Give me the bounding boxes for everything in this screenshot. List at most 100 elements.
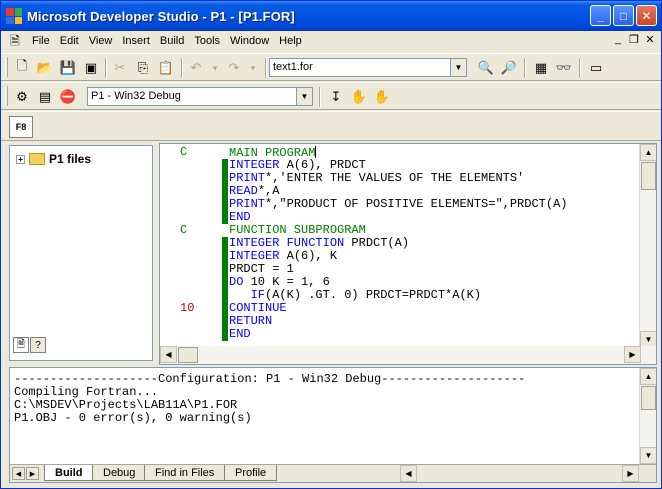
horizontal-scrollbar[interactable]: ◀ ▶ — [160, 346, 656, 364]
code-block-marker — [222, 159, 228, 172]
menu-build[interactable]: Build — [155, 35, 189, 47]
tab-scroll-left-icon[interactable]: ◀ — [12, 467, 25, 480]
code-block-marker — [222, 185, 228, 198]
mdi-close-button[interactable]: ✕ — [643, 33, 657, 46]
menu-edit[interactable]: Edit — [55, 35, 84, 47]
find-in-files-icon[interactable]: 🔍 — [475, 57, 497, 79]
code-block-marker — [222, 172, 228, 185]
info-view-icon[interactable]: ? — [30, 337, 46, 353]
h-scroll-thumb[interactable] — [178, 347, 198, 363]
code-block-marker — [222, 328, 228, 341]
window-title: Microsoft Developer Studio - P1 - [P1.FO… — [27, 8, 295, 24]
comment-marker: C — [180, 145, 188, 159]
output-panel[interactable]: --------------------Configuration: P1 - … — [9, 367, 657, 483]
chevron-down-icon[interactable]: ▼ — [450, 59, 466, 76]
minimize-button[interactable]: _ — [590, 5, 611, 26]
file-view-icon[interactable]: 🗎 — [13, 337, 29, 353]
fortran-toolbar: F8 — [1, 111, 661, 141]
f8-button[interactable]: F8 — [9, 116, 33, 138]
code-block-marker — [222, 315, 228, 328]
tree-root[interactable]: + P1 files — [16, 152, 91, 166]
save-icon[interactable]: 💾 — [57, 57, 79, 79]
binoculars-icon[interactable]: 👓 — [553, 57, 575, 79]
toolbar-grip[interactable] — [5, 57, 8, 77]
scroll-up-icon[interactable]: ▲ — [640, 368, 656, 385]
full-screen-icon[interactable]: ▭ — [585, 57, 607, 79]
tree-root-label: P1 files — [49, 152, 92, 166]
mdi-restore-button[interactable]: ❐ — [627, 33, 641, 46]
scroll-up-icon[interactable]: ▲ — [640, 144, 656, 161]
build-toolbar: ⚙ ▤ ⛔ P1 - Win32 Debug ▼ ↧ ✋ ✋ — [1, 82, 661, 110]
code-text: PRINT*,"PRODUCT OF POSITIVE ELEMENTS=",P… — [229, 197, 568, 211]
paste-icon[interactable]: 📋 — [155, 57, 177, 79]
scroll-left-icon[interactable]: ◀ — [160, 346, 177, 363]
tab-build[interactable]: Build — [44, 465, 94, 481]
find-combo[interactable]: text1.for ▼ — [269, 58, 467, 77]
title-bar[interactable]: Microsoft Developer Studio - P1 - [P1.FO… — [1, 1, 661, 31]
code-block-marker — [222, 198, 228, 211]
vertical-scrollbar[interactable]: ▲ ▼ — [639, 144, 656, 348]
workspace-panel: + P1 files — [9, 145, 153, 361]
go-hand-icon[interactable]: ✋ — [348, 86, 370, 108]
tab-profile[interactable]: Profile — [224, 465, 278, 481]
scroll-left-icon[interactable]: ◀ — [400, 465, 417, 482]
menu-file[interactable]: File — [27, 35, 55, 47]
redo-dropdown-icon[interactable]: ▾ — [242, 57, 264, 79]
mdi-minimize-button[interactable]: _ — [611, 33, 625, 46]
code-line[interactable]: END — [160, 328, 640, 341]
scroll-thumb[interactable] — [641, 162, 656, 190]
scroll-right-icon[interactable]: ▶ — [624, 346, 641, 363]
output-line: P1.OBJ - 0 error(s), 0 warning(s) — [14, 411, 252, 425]
document-icon[interactable]: 🗎 — [7, 33, 23, 49]
stop-build-icon[interactable]: ⛔ — [57, 86, 79, 108]
close-button[interactable]: ✕ — [636, 5, 657, 26]
configuration-combo-value: P1 - Win32 Debug — [91, 90, 181, 102]
standard-toolbar: 🗋 📂 💾 ▣ ✂ ⎘ 📋 ↶ ▾ ↷ ▾ text1.for ▼ 🔍 🔎 ▦ … — [1, 53, 661, 81]
code-block-marker — [222, 289, 228, 302]
toolbar-grip[interactable] — [5, 86, 8, 106]
code-block-marker — [222, 237, 228, 250]
find-combo-value: text1.for — [273, 61, 313, 73]
menu-bar: 🗎 File Edit View Insert Build Tools Wind… — [1, 31, 661, 51]
code-editor[interactable]: C MAIN PROGRAM INTEGER A(6), PRDCT PRINT*,'… — [159, 143, 657, 365]
new-file-icon[interactable]: 🗋 — [11, 57, 33, 79]
tab-scroll-right-icon[interactable]: ▶ — [26, 467, 39, 480]
menu-view[interactable]: View — [84, 35, 118, 47]
workspace-tabs: 🗎 ? — [13, 337, 46, 353]
tab-debug[interactable]: Debug — [92, 465, 147, 481]
code-block-marker — [222, 302, 228, 315]
chevron-down-icon[interactable]: ▼ — [296, 88, 312, 105]
menu-help[interactable]: Help — [274, 35, 307, 47]
statement-label: 10 — [180, 301, 195, 315]
comment-marker: C — [180, 223, 188, 237]
scroll-thumb[interactable] — [641, 386, 656, 410]
tab-find-in-files[interactable]: Find in Files — [144, 465, 226, 481]
find-replace-icon[interactable]: 🔎 — [498, 57, 520, 79]
code-text: END — [229, 327, 251, 341]
text-cursor — [315, 146, 317, 158]
code-block-marker — [222, 250, 228, 263]
menu-tools[interactable]: Tools — [189, 35, 225, 47]
expand-icon[interactable]: + — [16, 154, 25, 164]
save-all-icon[interactable]: ▣ — [80, 57, 102, 79]
code-block-marker — [222, 263, 228, 276]
breakpoint-icon[interactable]: ✋ — [371, 86, 393, 108]
scroll-down-icon[interactable]: ▼ — [640, 447, 656, 464]
menu-insert[interactable]: Insert — [117, 35, 155, 47]
configuration-combo[interactable]: P1 - Win32 Debug ▼ — [87, 87, 313, 106]
build-icon[interactable]: ▤ — [34, 86, 56, 108]
compile-icon[interactable]: ⚙ — [11, 86, 33, 108]
cut-icon[interactable]: ✂ — [109, 57, 131, 79]
output-tabs: ◀ ▶ Build Debug Find in Files Profile ◀ … — [10, 464, 656, 482]
maximize-button[interactable]: □ — [613, 5, 634, 26]
developer-studio-icon — [6, 8, 22, 24]
code-block-marker — [222, 276, 228, 289]
workspace-toggle-icon[interactable]: ▦ — [530, 57, 552, 79]
menu-window[interactable]: Window — [225, 35, 274, 47]
open-folder-icon[interactable]: 📂 — [34, 57, 56, 79]
output-vertical-scrollbar[interactable]: ▲ ▼ — [639, 368, 656, 464]
scroll-right-icon[interactable]: ▶ — [622, 465, 639, 482]
copy-icon[interactable]: ⎘ — [132, 57, 154, 79]
execute-icon[interactable]: ↧ — [325, 86, 347, 108]
code-block-marker — [222, 211, 228, 224]
